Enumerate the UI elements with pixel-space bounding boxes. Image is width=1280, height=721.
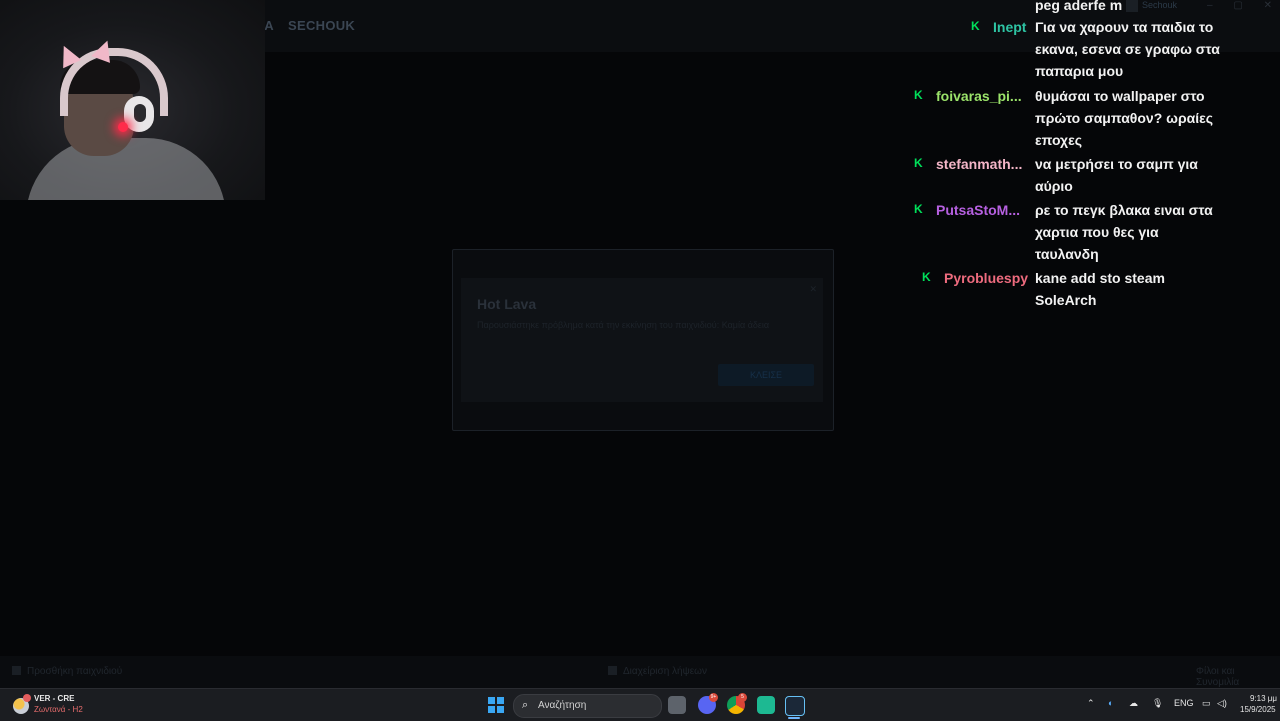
network-icon[interactable]: ▭ [1202,698,1211,709]
kick-badge-icon: K [922,270,931,284]
search-icon: ⌕ [522,699,529,711]
widget-subtitle[interactable]: Ζωντανά - H2 [34,705,83,714]
kick-badge-icon: K [914,202,923,216]
edge-tray-icon[interactable]: ◐ [1108,698,1113,708]
windows-logo-icon [497,697,504,704]
windows-logo-icon [497,706,504,713]
windows-logo-icon [488,706,495,713]
windows-logo-icon [488,697,495,704]
plus-icon [12,666,21,675]
chat-username: stefanmath... [936,156,1023,172]
chat-message: να μετρήσει το σαμπ για αύριο [1035,156,1198,194]
chat-username: Pyrobluespy [944,270,1029,286]
widget-title[interactable]: VER - CRE [34,694,74,703]
discord-badge: 9+ [709,693,718,702]
search-placeholder: Αναζήτηση [538,700,587,711]
taskbar-search[interactable]: ⌕ Αναζήτηση [513,694,662,718]
clock-time[interactable]: 9:13 μμ [1250,694,1277,703]
onedrive-icon[interactable]: ☁ [1129,698,1138,709]
chat-message: Για να χαρουν τα παιδια το εκανα, εσενα … [1035,19,1220,79]
downloads-label: Διαχείριση λήψεων [623,666,707,677]
dialog-close-button[interactable]: ΚΛΕΙΣΕ [718,364,814,386]
spotify-icon[interactable] [757,696,775,714]
steam-bottom-bar: Προσθήκη παιχνιδιού Διαχείριση λήψεων Φί… [0,656,1280,688]
chat-message: peg aderfe m [1035,0,1123,13]
kick-badge-icon: K [971,19,980,33]
chat-message: ρε το πεγκ βλακα ειναι στα χαρτια που θε… [1035,202,1213,262]
chat-overlay: peg aderfe m K Inept Για να χαρουν τα πα… [0,0,1280,330]
chat-username: foivaras_pi... [936,88,1022,104]
notification-dot-icon [23,694,31,702]
start-button[interactable] [488,697,504,713]
chrome-badge: 5 [738,693,747,702]
chrome-icon[interactable]: 5 [727,693,747,714]
file-explorer-icon[interactable] [668,696,686,714]
add-game-label: Προσθήκη παιχνιδιού [27,666,123,677]
language-indicator[interactable]: ENG [1174,698,1194,708]
active-app-indicator [788,717,800,719]
kick-badge-icon: K [914,156,923,170]
discord-icon[interactable]: 9+ [698,693,718,714]
chat-message: θυμάσαι το wallpaper στο πρώτο σαμπαθον?… [1035,88,1214,148]
chat-message: kane add sto steam SoleArch [1035,270,1165,308]
kick-badge-icon: K [914,88,923,102]
add-game-button[interactable]: Προσθήκη παιχνιδιού [12,666,122,677]
chat-username: Inept [993,19,1027,35]
chevron-up-icon[interactable]: ⌃ [1087,698,1095,709]
microphone-icon[interactable]: 🎙 [1152,698,1163,709]
clock-date[interactable]: 15/9/2025 [1240,705,1276,714]
windows-taskbar: VER - CRE Ζωντανά - H2 ⌕ Αναζήτηση 9+ 5 … [0,688,1280,721]
downloads-button[interactable]: Διαχείριση λήψεων [608,666,707,677]
chat-username: PutsaStoM... [936,202,1021,218]
steam-icon[interactable] [785,696,805,716]
friends-chat-button[interactable]: Φίλοι και Συνομιλία [1196,666,1280,688]
volume-icon[interactable]: ◁) [1217,698,1227,709]
download-icon [608,666,617,675]
